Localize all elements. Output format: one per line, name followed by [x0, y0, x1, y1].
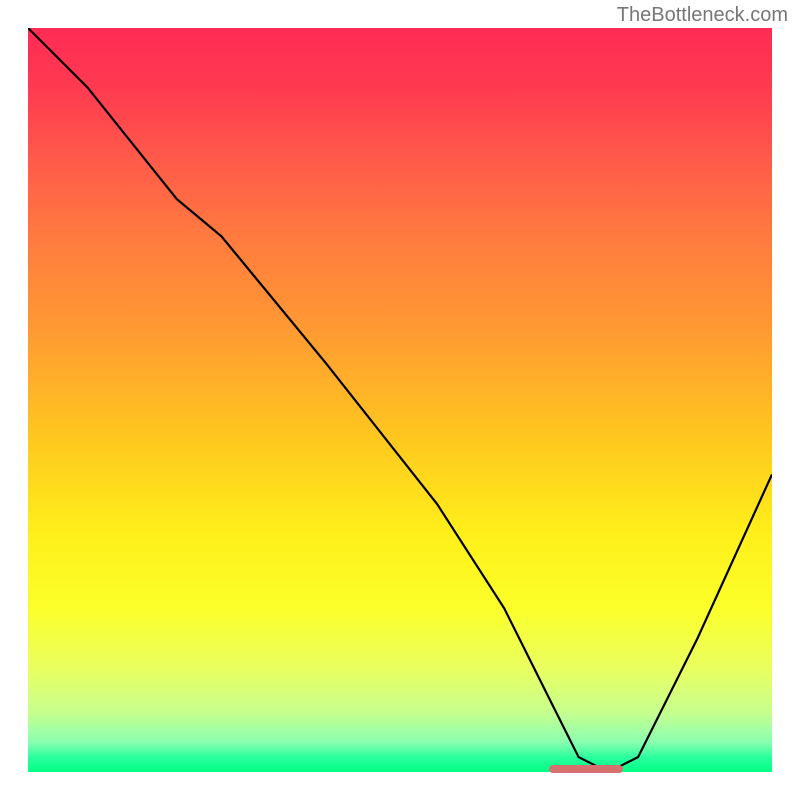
bottleneck-curve — [28, 28, 772, 772]
watermark-text: TheBottleneck.com — [617, 4, 788, 27]
curve-svg — [28, 28, 772, 772]
plot-area — [28, 28, 772, 772]
bottom-marker — [549, 765, 623, 773]
